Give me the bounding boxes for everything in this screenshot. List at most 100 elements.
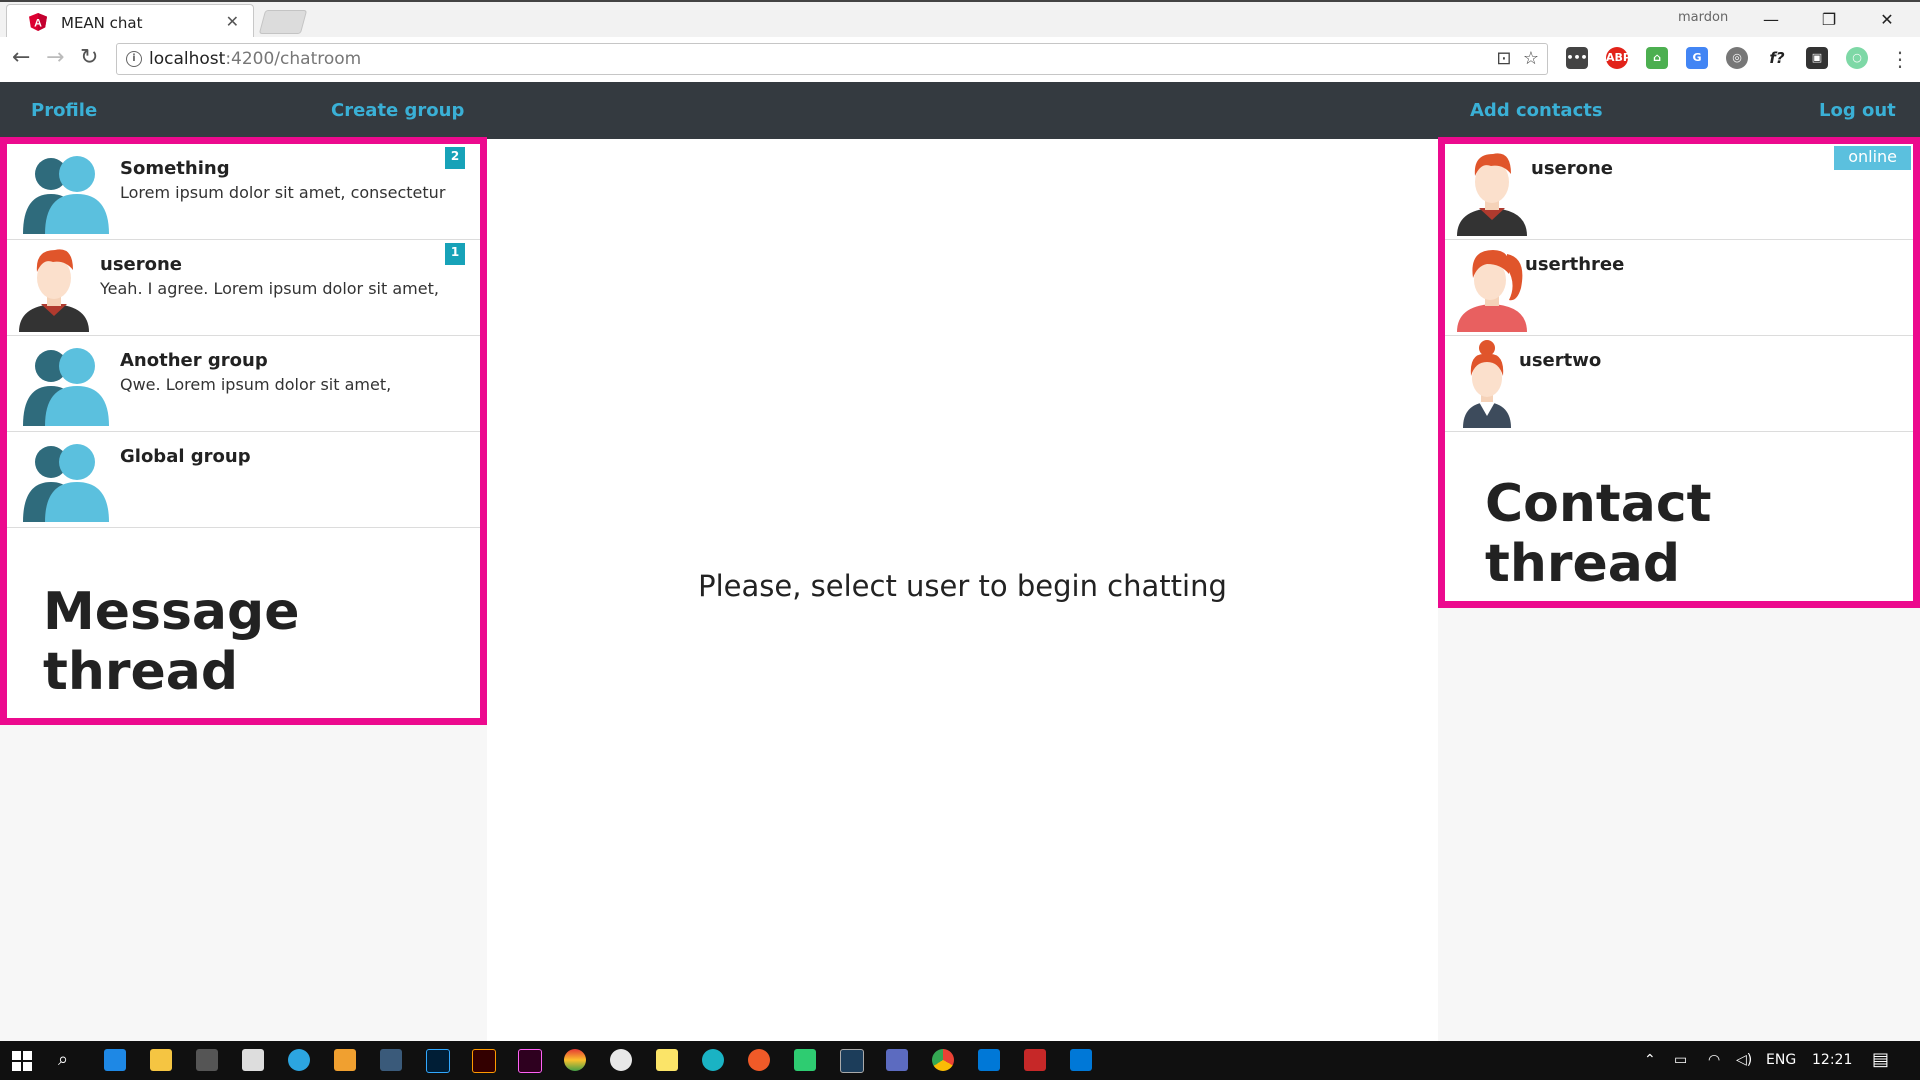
- message-thread-panel: Something Lorem ipsum dolor sit amet, co…: [0, 137, 487, 725]
- message-name: Global group: [120, 446, 251, 467]
- battery-icon[interactable]: ▭: [1674, 1052, 1687, 1068]
- restore-icon[interactable]: ❐: [1806, 6, 1852, 34]
- close-window-icon[interactable]: ✕: [1864, 6, 1910, 34]
- message-thread-label: Message thread: [43, 582, 300, 702]
- extension-badge-icon[interactable]: ▣: [1806, 47, 1828, 69]
- app-icon[interactable]: [564, 1049, 586, 1071]
- contact-name: userone: [1531, 158, 1614, 179]
- back-icon[interactable]: ←: [12, 45, 30, 70]
- contact-item[interactable]: userthree: [1445, 240, 1913, 336]
- contact-thread-panel: userone online userthree usertwo Contact…: [1438, 137, 1920, 608]
- new-tab-button[interactable]: [258, 10, 308, 34]
- taskbar: ⌕ ⌃ ▭ ◠ ◁) ENG 12:21 ▤: [0, 1041, 1920, 1080]
- user-female-ponytail-icon: [1457, 250, 1527, 332]
- info-icon[interactable]: i: [126, 51, 142, 67]
- forward-icon[interactable]: →: [46, 45, 64, 70]
- message-item[interactable]: Something Lorem ipsum dolor sit amet, co…: [7, 144, 480, 240]
- message-name: Something: [120, 158, 230, 179]
- extension-dots-icon[interactable]: •••: [1566, 47, 1588, 69]
- extension-circle-icon[interactable]: ◎: [1726, 47, 1748, 69]
- photoshop-icon[interactable]: [426, 1049, 450, 1073]
- profile-name[interactable]: mardon: [1678, 10, 1728, 25]
- windows-start-icon[interactable]: [12, 1051, 32, 1071]
- contact-thread-label: Contact thread: [1485, 474, 1712, 594]
- app-icon[interactable]: [702, 1049, 724, 1071]
- browser-toolbar: ← → ↻ i localhost:4200/chatroom ⊡ ☆ ••• …: [0, 37, 1920, 83]
- contact-name: usertwo: [1519, 350, 1602, 371]
- unread-badge: 1: [445, 243, 465, 265]
- app-icon[interactable]: [886, 1049, 908, 1071]
- extension-home-icon[interactable]: ⌂: [1646, 47, 1668, 69]
- vscode-icon[interactable]: [978, 1049, 1000, 1071]
- svg-text:A: A: [34, 18, 42, 30]
- group-icon: [23, 156, 109, 234]
- close-tab-icon[interactable]: ✕: [226, 12, 239, 31]
- add-contacts-link[interactable]: Add contacts: [1470, 100, 1603, 121]
- tab-title: MEAN chat: [61, 14, 143, 32]
- language-indicator[interactable]: ENG: [1766, 1052, 1796, 1068]
- unread-badge: 2: [445, 147, 465, 169]
- edge-icon[interactable]: [104, 1049, 126, 1071]
- message-preview: Yeah. I agree. Lorem ipsum dolor sit ame…: [100, 279, 439, 298]
- chrome-icon[interactable]: [932, 1049, 954, 1071]
- message-item[interactable]: Global group: [7, 432, 480, 528]
- message-preview: Lorem ipsum dolor sit amet, consectetur: [120, 183, 446, 202]
- contact-item[interactable]: usertwo: [1445, 336, 1913, 432]
- contact-item[interactable]: userone online: [1445, 144, 1913, 240]
- app-icon[interactable]: [748, 1049, 770, 1071]
- file-explorer-icon[interactable]: [150, 1049, 172, 1071]
- app-icon[interactable]: [334, 1049, 356, 1071]
- xd-icon[interactable]: [518, 1049, 542, 1073]
- empty-chat-message: Please, select user to begin chatting: [698, 569, 1227, 603]
- sticky-notes-icon[interactable]: [656, 1049, 678, 1071]
- user-male-icon: [19, 249, 89, 332]
- contact-name: userthree: [1525, 254, 1625, 275]
- message-name: userone: [100, 254, 183, 275]
- google-translate-icon[interactable]: G: [1686, 47, 1708, 69]
- app-icon[interactable]: [840, 1049, 864, 1073]
- clock[interactable]: 12:21: [1812, 1052, 1852, 1068]
- app-icon[interactable]: [380, 1049, 402, 1071]
- user-female-bun-icon: [1463, 340, 1511, 428]
- browser-tab[interactable]: A MEAN chat ✕: [6, 4, 254, 39]
- message-item[interactable]: Another group Qwe. Lorem ipsum dolor sit…: [7, 336, 480, 432]
- chevron-up-icon[interactable]: ⌃: [1644, 1052, 1656, 1068]
- logout-link[interactable]: Log out: [1819, 100, 1896, 121]
- store-icon[interactable]: [196, 1049, 218, 1071]
- bookmark-star-icon[interactable]: ☆: [1523, 48, 1539, 69]
- mail-icon[interactable]: [242, 1049, 264, 1071]
- profile-link[interactable]: Profile: [31, 100, 97, 121]
- message-item[interactable]: userone Yeah. I agree. Lorem ipsum dolor…: [7, 240, 480, 336]
- wifi-icon[interactable]: ◠: [1708, 1052, 1720, 1068]
- reload-icon[interactable]: ↻: [80, 45, 98, 70]
- minimize-icon[interactable]: —: [1748, 6, 1794, 34]
- omnibox-icons: ⊡ ☆: [1496, 48, 1539, 69]
- extension-ring-icon[interactable]: ○: [1846, 47, 1868, 69]
- adblock-icon[interactable]: ABP: [1606, 47, 1631, 69]
- group-icon: [23, 348, 109, 426]
- app-icon[interactable]: [794, 1049, 816, 1071]
- message-name: Another group: [120, 350, 268, 371]
- illustrator-icon[interactable]: [472, 1049, 496, 1073]
- app-icon[interactable]: [610, 1049, 632, 1071]
- create-group-link[interactable]: Create group: [331, 100, 464, 121]
- app-navbar: Profile Create group Add contacts Log ou…: [0, 82, 1920, 139]
- browser-titlebar: A MEAN chat ✕ mardon — ❐ ✕: [0, 0, 1920, 39]
- menu-dots-icon[interactable]: ⋮: [1890, 47, 1910, 71]
- url-text[interactable]: localhost:4200/chatroom: [149, 49, 361, 69]
- volume-icon[interactable]: ◁): [1736, 1052, 1752, 1068]
- group-icon: [23, 444, 109, 522]
- search-icon[interactable]: ⌕: [58, 1049, 68, 1070]
- telegram-icon[interactable]: [288, 1049, 310, 1071]
- user-male-icon: [1457, 153, 1527, 236]
- translate-icon[interactable]: ⊡: [1496, 48, 1511, 69]
- font-icon[interactable]: f?: [1766, 47, 1788, 69]
- notifications-icon[interactable]: ▤: [1872, 1049, 1889, 1070]
- app-icon[interactable]: [1024, 1049, 1046, 1071]
- address-bar[interactable]: i localhost:4200/chatroom ⊡ ☆: [116, 43, 1548, 75]
- online-status-badge: online: [1834, 146, 1911, 170]
- message-preview: Qwe. Lorem ipsum dolor sit amet,: [120, 375, 392, 394]
- chat-area: Please, select user to begin chatting: [487, 139, 1438, 1041]
- angular-icon: A: [29, 13, 47, 31]
- vscode-icon[interactable]: [1070, 1049, 1092, 1071]
